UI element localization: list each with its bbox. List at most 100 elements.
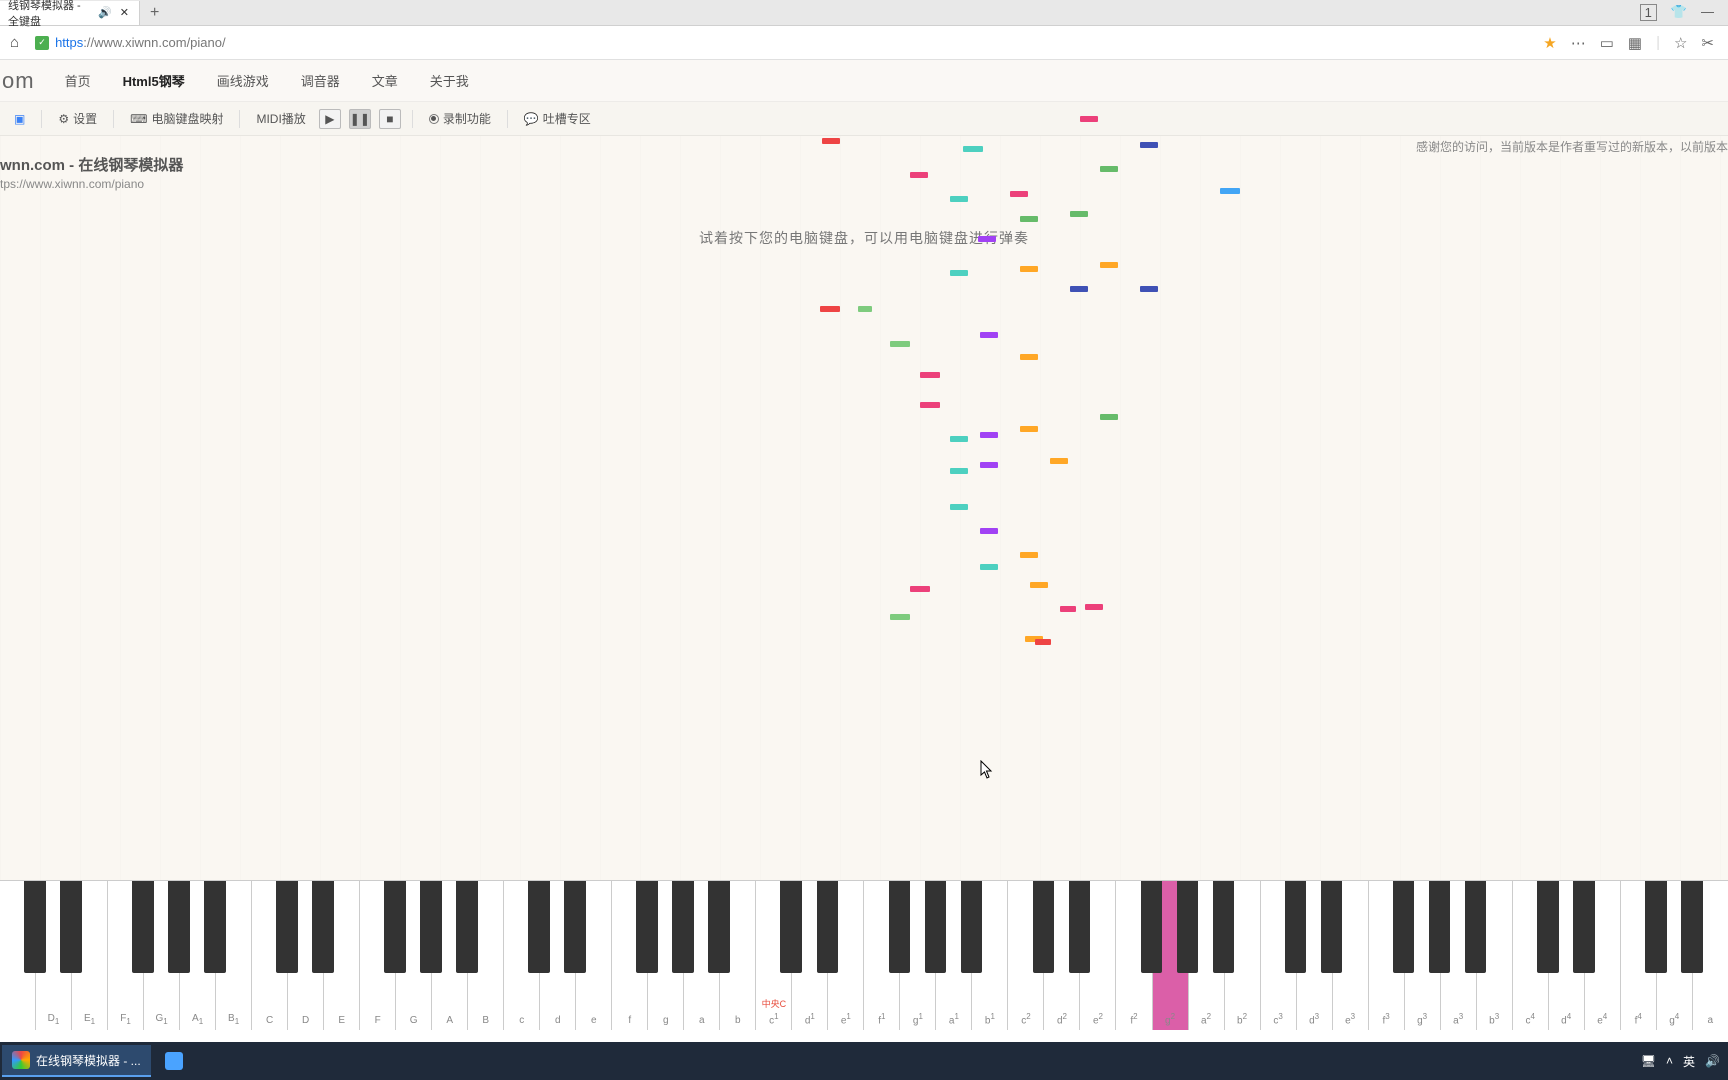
black-key[interactable]: [636, 881, 658, 973]
nav-item-3[interactable]: 调音器: [285, 60, 356, 101]
black-key[interactable]: [672, 881, 694, 973]
taskbar-app-other[interactable]: [155, 1045, 193, 1077]
black-key[interactable]: [1069, 881, 1091, 973]
browser-tab[interactable]: 线钢琴模拟器 - 全键盘 🔊 ✕: [0, 1, 140, 25]
white-key[interactable]: c4: [1513, 881, 1549, 1030]
key-label: d1: [805, 1012, 815, 1026]
falling-note: [920, 372, 940, 378]
piano-keyboard[interactable]: D1E1F1G1A1B1CDEFGABcdefgab中央Cc1d1e1f1g1a…: [0, 880, 1728, 1030]
settings-button[interactable]: ⚙设置: [52, 110, 103, 127]
black-key[interactable]: [1681, 881, 1703, 973]
nav-item-4[interactable]: 文章: [356, 60, 414, 101]
black-key[interactable]: [564, 881, 586, 973]
feedback-button[interactable]: 💬吐槽专区: [518, 110, 597, 127]
black-key[interactable]: [961, 881, 983, 973]
nav-item-1[interactable]: Html5钢琴: [107, 60, 201, 101]
black-key[interactable]: [204, 881, 226, 973]
nav-item-5[interactable]: 关于我: [414, 60, 485, 101]
wardrobe-icon[interactable]: 👕: [1671, 4, 1687, 21]
nav-item-2[interactable]: 画线游戏: [201, 60, 285, 101]
key-label: a1: [949, 1012, 959, 1026]
falling-note: [1100, 262, 1118, 268]
ime-lang[interactable]: 英: [1683, 1053, 1695, 1070]
url-field[interactable]: ✓ https://www.xiwnn.com/piano/: [35, 35, 1533, 50]
black-key[interactable]: [889, 881, 911, 973]
white-key[interactable]: f1: [864, 881, 900, 1030]
gear-icon: ⚙: [58, 112, 69, 126]
black-key[interactable]: [60, 881, 82, 973]
white-key[interactable]: [0, 881, 36, 1030]
black-key[interactable]: [168, 881, 190, 973]
toggle-button[interactable]: ▣: [8, 112, 31, 126]
falling-note: [980, 432, 998, 438]
tray-monitor-icon[interactable]: 🖥: [1641, 1054, 1656, 1068]
black-key[interactable]: [1465, 881, 1487, 973]
close-icon[interactable]: ✕: [118, 6, 131, 19]
white-key[interactable]: F: [360, 881, 396, 1030]
apps-icon[interactable]: ▦: [1628, 34, 1642, 52]
falling-note: [1020, 266, 1038, 272]
black-key[interactable]: [312, 881, 334, 973]
tray-up-icon[interactable]: ˄: [1666, 1054, 1673, 1068]
white-key[interactable]: 中央Cc1: [756, 881, 792, 1030]
black-key[interactable]: [1537, 881, 1559, 973]
black-key[interactable]: [925, 881, 947, 973]
bookmark-icon[interactable]: ☆: [1674, 34, 1687, 52]
black-key[interactable]: [528, 881, 550, 973]
black-key[interactable]: [456, 881, 478, 973]
tab-count-badge[interactable]: 1: [1640, 4, 1657, 21]
key-label: e3: [1345, 1012, 1355, 1026]
black-key[interactable]: [1321, 881, 1343, 973]
favorite-icon[interactable]: ★: [1543, 34, 1556, 52]
falling-note: [950, 504, 968, 510]
black-key[interactable]: [1141, 881, 1163, 973]
extensions-icon[interactable]: ✂: [1701, 34, 1714, 52]
black-key[interactable]: [817, 881, 839, 973]
white-key[interactable]: c2: [1008, 881, 1044, 1030]
key-label: G: [410, 1015, 418, 1026]
falling-note: [1020, 426, 1038, 432]
record-button[interactable]: 录制功能: [423, 110, 497, 127]
nav-item-0[interactable]: 首页: [49, 60, 107, 101]
black-key[interactable]: [24, 881, 46, 973]
white-key[interactable]: F1: [108, 881, 144, 1030]
windows-taskbar: 在线钢琴模拟器 - ... 🖥 ˄ 英 🔊: [0, 1042, 1728, 1080]
falling-note: [1140, 142, 1158, 148]
keyboard-map-button[interactable]: ⌨电脑键盘映射: [124, 110, 229, 127]
black-key[interactable]: [276, 881, 298, 973]
reader-icon[interactable]: ▭: [1600, 34, 1614, 52]
key-label: d2: [1057, 1012, 1067, 1026]
black-key[interactable]: [420, 881, 442, 973]
taskbar-app-piano[interactable]: 在线钢琴模拟器 - ...: [2, 1045, 151, 1077]
white-key[interactable]: c: [504, 881, 540, 1030]
black-key[interactable]: [1213, 881, 1235, 973]
stop-button[interactable]: ■: [379, 109, 401, 129]
black-key[interactable]: [1645, 881, 1667, 973]
home-icon[interactable]: ⌂: [4, 34, 25, 51]
black-key[interactable]: [1393, 881, 1415, 973]
white-key[interactable]: f3: [1369, 881, 1405, 1030]
black-key[interactable]: [1573, 881, 1595, 973]
new-tab-button[interactable]: +: [140, 4, 169, 22]
black-key[interactable]: [708, 881, 730, 973]
black-key[interactable]: [780, 881, 802, 973]
black-key[interactable]: [1033, 881, 1055, 973]
white-key[interactable]: f: [612, 881, 648, 1030]
minimize-icon[interactable]: —: [1701, 4, 1714, 21]
black-key[interactable]: [1429, 881, 1451, 973]
audio-icon[interactable]: 🔊: [98, 6, 112, 19]
black-key[interactable]: [132, 881, 154, 973]
black-key[interactable]: [1177, 881, 1199, 973]
falling-note: [890, 341, 910, 347]
more-icon[interactable]: ⋯: [1571, 34, 1586, 52]
white-key[interactable]: f4: [1621, 881, 1657, 1030]
black-key[interactable]: [384, 881, 406, 973]
play-button[interactable]: ▶: [319, 109, 341, 129]
white-key[interactable]: c3: [1261, 881, 1297, 1030]
key-label: d4: [1561, 1012, 1571, 1026]
tray-volume-icon[interactable]: 🔊: [1705, 1054, 1720, 1068]
black-key[interactable]: [1285, 881, 1307, 973]
white-key[interactable]: f2: [1116, 881, 1152, 1030]
white-key[interactable]: C: [252, 881, 288, 1030]
pause-button[interactable]: ❚❚: [349, 109, 371, 129]
